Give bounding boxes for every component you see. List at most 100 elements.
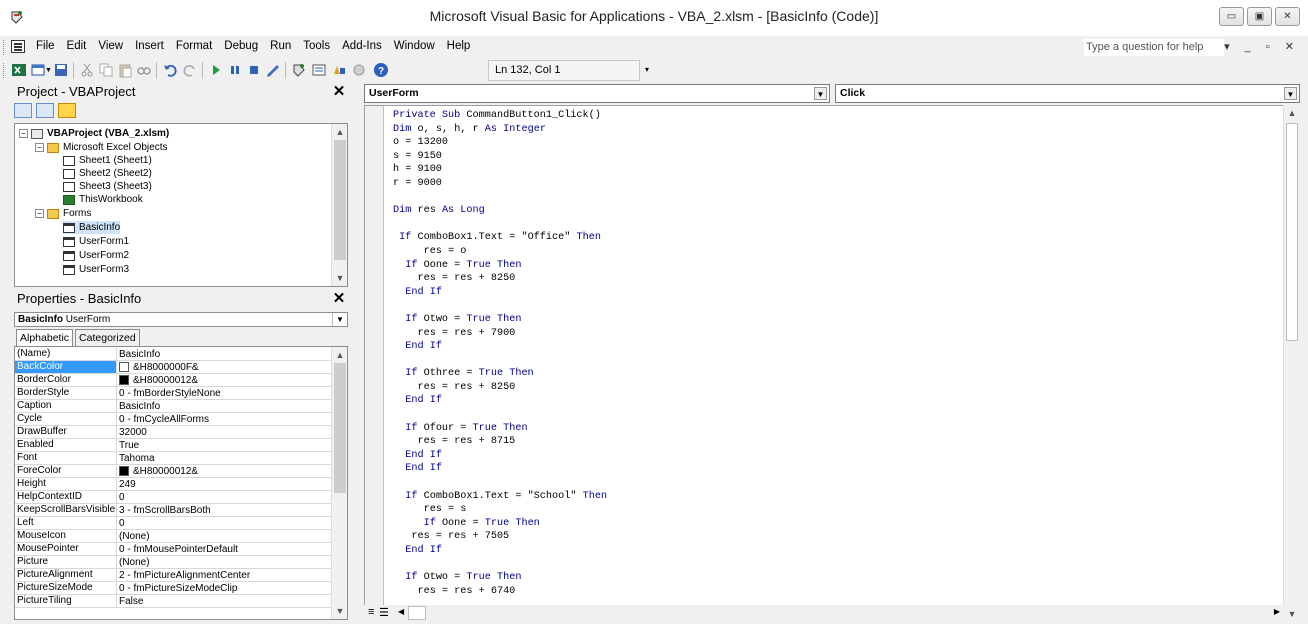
property-row[interactable]: Height 249	[15, 478, 345, 491]
tree-item-sheet3[interactable]: Sheet3 (Sheet3)	[63, 180, 152, 193]
code-line[interactable]: If Othree = True Then	[393, 367, 607, 381]
code-line[interactable]	[393, 558, 607, 572]
property-value[interactable]: BasicInfo	[117, 400, 345, 412]
properties-scrollbar[interactable]: ▲ ▼	[331, 347, 347, 619]
code-line[interactable]: res = res + 8715	[393, 435, 607, 449]
code-line[interactable]: s = 9150	[393, 150, 607, 164]
code-line[interactable]: r = 9000	[393, 177, 607, 191]
property-value[interactable]: 0	[117, 491, 345, 503]
code-line[interactable]	[393, 218, 607, 232]
chevron-down-icon[interactable]: ▼	[1284, 87, 1297, 100]
insert-dropdown-icon[interactable]: ▼	[45, 67, 52, 74]
help-icon[interactable]: ?	[373, 62, 389, 78]
code-line[interactable]: End If	[393, 394, 607, 408]
tree-item-userform3[interactable]: UserForm3	[63, 263, 129, 276]
property-row[interactable]: DrawBuffer 32000	[15, 426, 345, 439]
code-line[interactable]: h = 9100	[393, 163, 607, 177]
menu-grip[interactable]	[3, 40, 6, 55]
tree-item-thisworkbook[interactable]: ThisWorkbook	[63, 193, 143, 206]
property-row[interactable]: MousePointer 0 - fmMousePointerDefault	[15, 543, 345, 556]
property-row[interactable]: BackColor&H8000000F&▼	[15, 361, 345, 374]
save-icon[interactable]	[53, 62, 69, 78]
code-line[interactable]: res = res + 7505	[393, 530, 607, 544]
property-row[interactable]: PictureAlignment 2 - fmPictureAlignmentCe…	[15, 569, 345, 582]
property-row[interactable]: ForeColor &H80000012&	[15, 465, 345, 478]
object-browser-icon[interactable]	[331, 62, 347, 78]
menu-debug[interactable]: Debug	[218, 40, 264, 52]
project-tree-scrollbar[interactable]: ▲ ▼	[331, 124, 347, 286]
property-row[interactable]: PictureTiling False	[15, 595, 345, 608]
code-line[interactable]: Dim o, s, h, r As Integer	[393, 123, 607, 137]
collapse-icon[interactable]: −	[35, 209, 44, 218]
property-value[interactable]: Tahoma	[117, 452, 345, 464]
scroll-down-icon[interactable]: ▼	[332, 270, 347, 286]
menu-insert[interactable]: Insert	[129, 40, 170, 52]
scroll-thumb[interactable]	[408, 606, 426, 620]
code-scrollbar[interactable]: ▲ ▼	[1283, 105, 1300, 622]
view-code-button[interactable]	[14, 103, 32, 118]
code-editor[interactable]: Private Sub CommandButton1_Click() Dim o,…	[364, 105, 1300, 609]
property-row[interactable]: Font Tahoma	[15, 452, 345, 465]
chevron-down-icon[interactable]: ▼	[332, 313, 347, 326]
cut-icon[interactable]	[79, 62, 95, 78]
tree-item-excel-objects[interactable]: − Microsoft Excel Objects	[35, 141, 167, 154]
form-menu-icon[interactable]	[11, 40, 25, 53]
scroll-thumb[interactable]	[334, 363, 346, 493]
property-row[interactable]: BorderColor &H80000012&	[15, 374, 345, 387]
code-line[interactable]: If ComboBox1.Text = "Office" Then	[393, 231, 607, 245]
menu-format[interactable]: Format	[170, 40, 218, 52]
property-row[interactable]: PictureSizeMode 0 - fmPictureSizeModeClip	[15, 582, 345, 595]
procedure-view-icon[interactable]: ≡	[368, 606, 374, 618]
toolbox-icon[interactable]	[351, 62, 367, 78]
code-line[interactable]: res = o	[393, 245, 607, 259]
minimize-button[interactable]: ▭	[1219, 7, 1244, 26]
property-row[interactable]: Left 0	[15, 517, 345, 530]
menu-file[interactable]: File	[30, 40, 61, 52]
design-mode-icon[interactable]	[265, 62, 281, 78]
code-line[interactable]: If Otwo = True Then	[393, 313, 607, 327]
copy-icon[interactable]	[98, 62, 114, 78]
code-line[interactable]: End If	[393, 340, 607, 354]
code-hscroll[interactable]: ≡ ☰ ◀ ▶	[364, 605, 1284, 621]
run-icon[interactable]	[208, 62, 224, 78]
tree-item-vbaproject[interactable]: − VBAProject (VBA_2.xlsm)	[19, 127, 169, 140]
property-value-cell[interactable]: &H80000012&	[117, 465, 345, 477]
property-value[interactable]: 0 - fmPictureSizeModeClip	[117, 582, 345, 594]
code-line[interactable]: If ComboBox1.Text = "School" Then	[393, 490, 607, 504]
view-object-button[interactable]	[36, 103, 54, 118]
property-row[interactable]: Enabled True	[15, 439, 345, 452]
scroll-up-icon[interactable]: ▲	[332, 124, 347, 140]
code-line[interactable]: Private Sub CommandButton1_Click()	[393, 109, 607, 123]
property-value-cell[interactable]: &H80000012&	[117, 374, 345, 386]
code-line[interactable]	[393, 354, 607, 368]
scroll-down-icon[interactable]: ▼	[1284, 606, 1300, 622]
indicator-margin[interactable]	[365, 106, 384, 608]
scroll-up-icon[interactable]: ▲	[1284, 105, 1300, 121]
tree-item-userform1[interactable]: UserForm1	[63, 235, 129, 248]
object-selector[interactable]: BasicInfo UserForm ▼	[14, 312, 348, 327]
find-icon[interactable]	[136, 62, 152, 78]
code-line[interactable]	[393, 299, 607, 313]
property-value[interactable]: 0 - fmBorderStyleNone	[117, 387, 345, 399]
code-line[interactable]: If Otwo = True Then	[393, 571, 607, 585]
code-line[interactable]: End If	[393, 286, 607, 300]
paste-icon[interactable]	[117, 62, 133, 78]
tree-item-basicinfo[interactable]: BasicInfo	[63, 221, 121, 234]
menu-view[interactable]: View	[92, 40, 129, 52]
code-line[interactable]: If Ofour = True Then	[393, 422, 607, 436]
property-row[interactable]: (Name) BasicInfo	[15, 348, 345, 361]
procedure-combo[interactable]: Click ▼	[835, 84, 1300, 103]
toolbar-overflow-icon[interactable]: ▾	[645, 65, 649, 74]
code-line[interactable]: Dim res As Long	[393, 204, 607, 218]
property-row[interactable]: KeepScrollBarsVisible 3 - fmScrollBarsBot…	[15, 504, 345, 517]
code-line[interactable]: o = 13200	[393, 136, 607, 150]
property-value[interactable]: (None)	[117, 556, 345, 568]
tree-item-sheet1[interactable]: Sheet1 (Sheet1)	[63, 154, 152, 167]
code-line[interactable]: res = res + 6740	[393, 585, 607, 599]
menu-window[interactable]: Window	[388, 40, 441, 52]
break-icon[interactable]	[227, 62, 243, 78]
scroll-up-icon[interactable]: ▲	[332, 347, 347, 363]
close-button[interactable]: ✕	[1275, 7, 1300, 26]
property-value[interactable]: 2 - fmPictureAlignmentCenter	[117, 569, 345, 581]
code-text[interactable]: Private Sub CommandButton1_Click() Dim o,…	[393, 109, 607, 598]
